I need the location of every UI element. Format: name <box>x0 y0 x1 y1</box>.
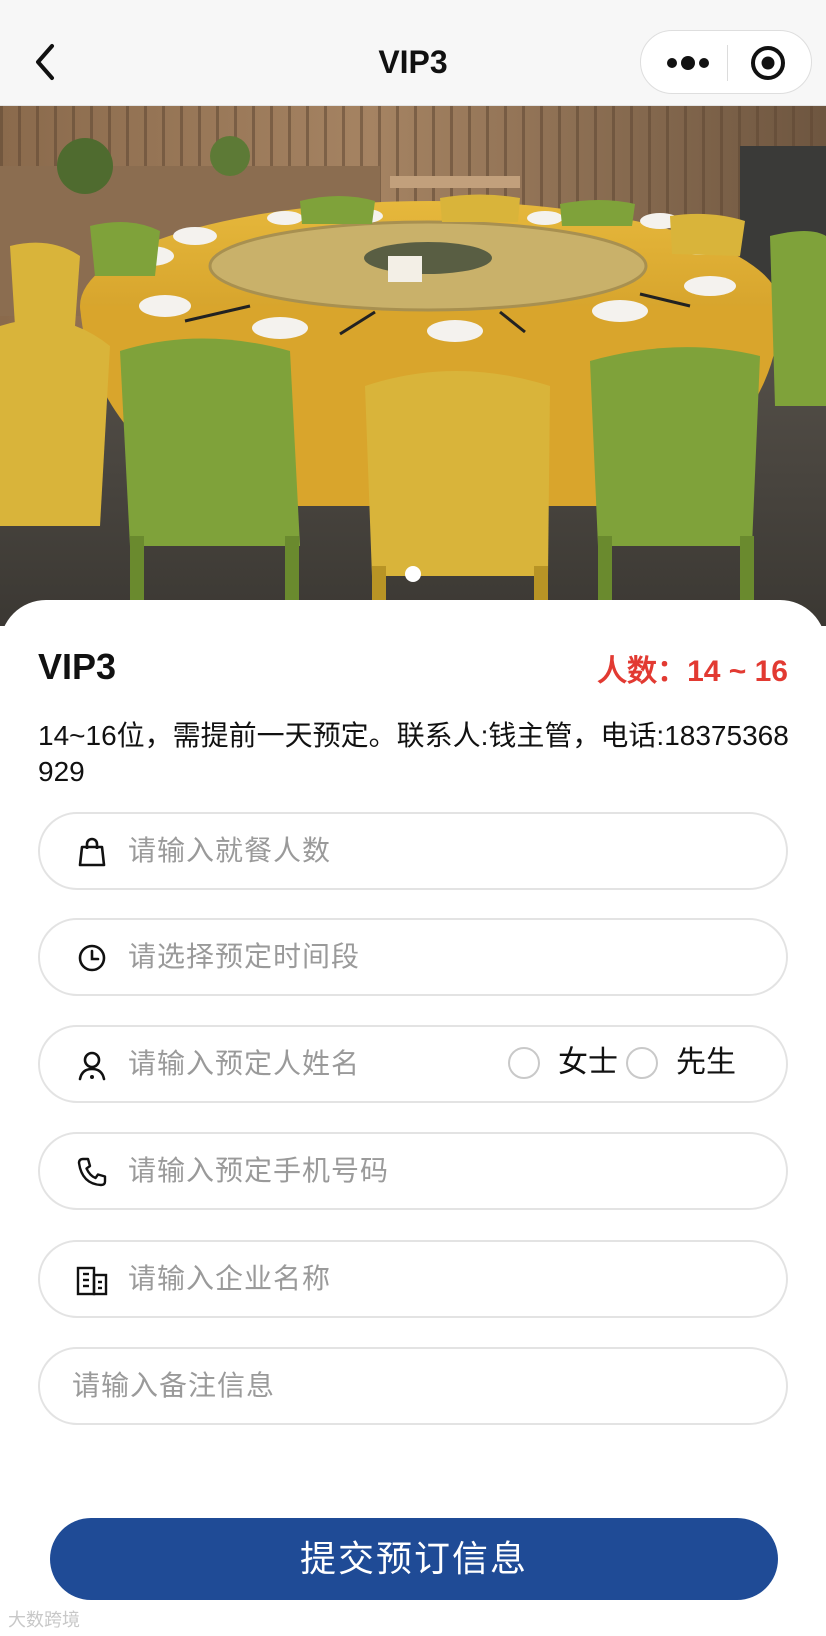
time-slot-select[interactable]: 请选择预定时间段 <box>38 918 788 996</box>
capacity-label: 人数： <box>597 655 688 688</box>
company-input[interactable]: 请输入企业名称 <box>38 1240 788 1318</box>
radio-circle-ms <box>508 1047 540 1079</box>
remarks-placeholder: 请输入备注信息 <box>72 1370 276 1401</box>
guests-placeholder: 请输入就餐人数 <box>128 835 332 866</box>
phone-placeholder: 请输入预定手机号码 <box>128 1155 390 1186</box>
booking-card: VIP3 人数：14 ~ 16 14~16位，需提前一天预定。联系人:钱主管，电… <box>0 600 826 1636</box>
building-icon <box>76 1266 108 1296</box>
capacity-info: 人数：14 ~ 16 <box>597 646 788 690</box>
name-placeholder: 请输入预定人姓名 <box>128 1048 361 1079</box>
chevron-left-icon <box>36 44 54 80</box>
time-slot-placeholder: 请选择预定时间段 <box>128 941 361 972</box>
remarks-input[interactable]: 请输入备注信息 <box>38 1347 788 1425</box>
carousel-indicator-dot[interactable] <box>405 566 421 582</box>
capsule-divider <box>727 45 728 81</box>
capacity-value: 14 ~ 16 <box>687 655 788 688</box>
phone-icon <box>77 1157 107 1187</box>
name-input[interactable]: 请输入预定人姓名 女士 先生 <box>38 1025 788 1103</box>
phone-input[interactable]: 请输入预定手机号码 <box>38 1132 788 1210</box>
close-mini-program-button[interactable] <box>749 44 787 82</box>
guests-input[interactable]: 请输入就餐人数 <box>38 812 788 890</box>
top-nav-bar: VIP3 <box>0 0 826 106</box>
mini-program-capsule <box>640 30 812 94</box>
radio-circle-mr <box>626 1047 658 1079</box>
company-placeholder: 请输入企业名称 <box>128 1263 332 1294</box>
radio-option-mr[interactable]: 先生 <box>626 1046 736 1083</box>
room-photo <box>0 106 826 626</box>
more-dots-icon <box>667 56 709 70</box>
radio-label-ms: 女士 <box>558 1046 618 1079</box>
back-button[interactable] <box>28 38 68 86</box>
room-description: 14~16位，需提前一天预定。联系人:钱主管，电话:18375368929 <box>38 720 789 787</box>
user-icon <box>78 1051 106 1081</box>
more-button[interactable] <box>663 45 713 81</box>
target-close-icon <box>751 46 785 80</box>
radio-label-mr: 先生 <box>676 1046 736 1079</box>
radio-option-ms[interactable]: 女士 <box>508 1046 618 1083</box>
watermark: 大数跨境 <box>8 1610 80 1630</box>
room-photo-banner[interactable] <box>0 106 826 626</box>
submit-booking-button[interactable]: 提交预订信息 <box>50 1518 778 1600</box>
bag-icon <box>78 837 106 867</box>
room-name: VIP3 <box>38 646 117 687</box>
clock-icon <box>78 944 106 972</box>
